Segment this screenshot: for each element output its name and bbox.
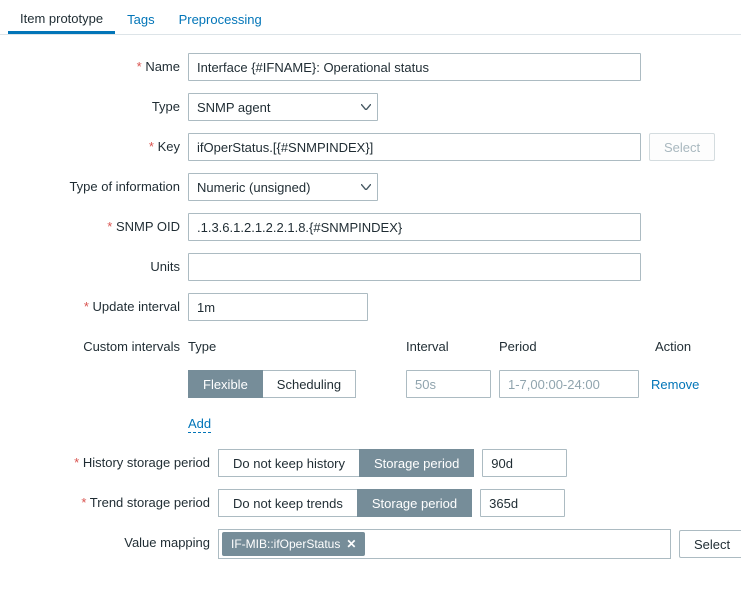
type-of-information-value[interactable] [188,173,378,201]
label-type-of-information: Type of information [8,173,188,194]
units-input[interactable] [188,253,641,281]
ci-type-segment: Flexible Scheduling [188,370,398,398]
history-segment: Do not keep history Storage period [218,449,474,477]
ci-head-type: Type [188,339,398,354]
ci-period-input[interactable] [499,370,639,398]
label-type: Type [8,93,188,114]
trend-do-not-keep-button[interactable]: Do not keep trends [218,489,358,517]
update-interval-input[interactable] [188,293,368,321]
ci-head-interval: Interval [406,339,491,354]
label-snmp-oid: SNMP OID [8,213,188,234]
type-select-value[interactable] [188,93,378,121]
ci-head-period: Period [499,339,647,354]
key-input[interactable] [188,133,641,161]
type-select[interactable] [188,93,378,121]
history-period-input[interactable] [482,449,567,477]
trend-segment: Do not keep trends Storage period [218,489,472,517]
ci-interval-input[interactable] [406,370,491,398]
value-mapping-select-button[interactable]: Select [679,530,741,558]
label-units: Units [8,253,188,274]
snmp-oid-input[interactable] [188,213,641,241]
history-do-not-keep-button[interactable]: Do not keep history [218,449,360,477]
key-select-button: Select [649,133,715,161]
label-key: Key [8,133,188,154]
label-trend-storage-period: Trend storage period [8,489,218,510]
value-mapping-tag-label: IF-MIB::ifOperStatus [231,537,340,551]
close-icon[interactable]: ✕ [346,537,356,551]
ci-head-action: Action [655,339,720,354]
custom-interval-row: Flexible Scheduling Remove [188,370,733,408]
label-custom-intervals: Custom intervals [8,333,188,354]
label-history-storage-period: History storage period [8,449,218,470]
tab-bar: Item prototype Tags Preprocessing [0,4,741,35]
label-value-mapping: Value mapping [8,529,218,550]
ci-flexible-button[interactable]: Flexible [188,370,263,398]
type-of-information-select[interactable] [188,173,378,201]
custom-intervals-header: Type Interval Period Action [188,333,733,362]
name-input[interactable] [188,53,641,81]
tab-item-prototype[interactable]: Item prototype [8,11,115,34]
ci-add-link[interactable]: Add [188,416,211,433]
label-name: Name [8,53,188,74]
tab-preprocessing[interactable]: Preprocessing [167,12,274,34]
trend-period-input[interactable] [480,489,565,517]
ci-remove-link[interactable]: Remove [651,377,699,392]
value-mapping-field[interactable]: IF-MIB::ifOperStatus ✕ [218,529,671,559]
ci-scheduling-button[interactable]: Scheduling [262,370,356,398]
history-storage-period-button[interactable]: Storage period [359,449,474,477]
trend-storage-period-button[interactable]: Storage period [357,489,472,517]
value-mapping-tag: IF-MIB::ifOperStatus ✕ [222,532,365,556]
item-prototype-form: Name Type Key Select Type of information [0,35,741,579]
label-update-interval: Update interval [8,293,188,314]
tab-tags[interactable]: Tags [115,12,166,34]
